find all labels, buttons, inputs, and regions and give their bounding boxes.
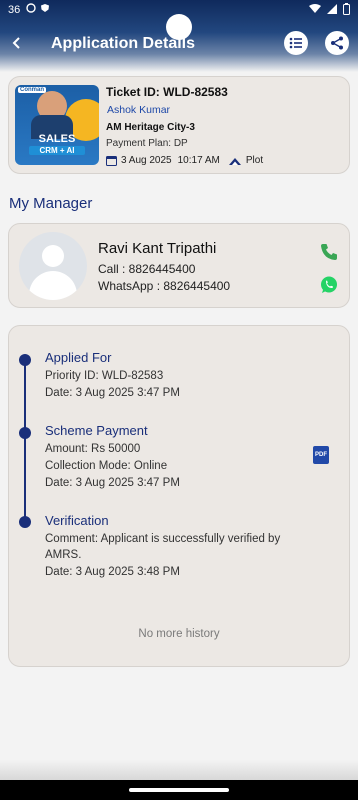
event-line: Date: 3 Aug 2025 3:47 PM [45, 477, 180, 489]
ticket-date: 3 Aug 2025 [121, 155, 172, 166]
signal-icon [327, 4, 337, 14]
event-line: Date: 3 Aug 2025 3:48 PM [45, 566, 180, 578]
list-button[interactable] [284, 31, 308, 55]
property-type: Plot [245, 155, 264, 166]
project-name: AM Heritage City-3 [106, 122, 195, 133]
list-icon [289, 37, 302, 49]
manager-name: Ravi Kant Tripathi [98, 240, 217, 257]
navigation-bar [0, 780, 358, 800]
ticket-time: 10:17 AM [177, 155, 220, 166]
event-line: Amount: Rs 50000 [45, 443, 141, 455]
manager-call: Call : 8826445400 [98, 262, 196, 276]
battery-icon [343, 3, 350, 15]
no-more-history: No more history [138, 628, 220, 640]
plot-icon [228, 157, 241, 165]
phone-icon [321, 244, 337, 260]
home-gesture-pill[interactable] [129, 788, 229, 792]
ticket-card[interactable]: Conman SALES CRM + AI Ticket ID: WLD-825… [8, 76, 350, 174]
back-button[interactable] [6, 32, 28, 54]
ticket-meta: 3 Aug 2025 10:17 AM Plot [106, 155, 263, 166]
event-line: Collection Mode: Online [45, 460, 168, 472]
whatsapp-icon [321, 276, 337, 293]
payment-plan: Payment Plan: DP [106, 138, 188, 149]
circle-icon [26, 3, 36, 13]
shield-icon [41, 4, 49, 12]
applicant-name: Ashok Kumar [107, 104, 171, 116]
camera-cutout [166, 14, 192, 40]
timeline-dot [19, 427, 31, 439]
share-icon [331, 36, 343, 50]
event-line: Priority ID: WLD-82583 [45, 370, 164, 382]
whatsapp-button[interactable] [320, 276, 338, 294]
status-time: 36 [8, 4, 21, 16]
ticket-thumbnail: Conman SALES CRM + AI [15, 85, 99, 165]
bottom-shade [0, 760, 358, 780]
event-title: Scheme Payment [45, 423, 148, 438]
avatar [19, 232, 87, 300]
section-title-manager: My Manager [9, 195, 93, 212]
timeline-dot [19, 516, 31, 528]
share-button[interactable] [325, 31, 349, 55]
status-notification-icons [26, 3, 50, 13]
event-title: Verification [45, 513, 109, 528]
timeline-line [24, 359, 26, 521]
event-line: Comment: Applicant is successfully verif… [45, 533, 281, 545]
thumbnail-badge: Conman [18, 87, 46, 93]
event-line: Date: 3 Aug 2025 3:47 PM [45, 387, 180, 399]
timeline-dot [19, 354, 31, 366]
history-card: Applied For Priority ID: WLD-82583 Date:… [8, 325, 350, 667]
manager-card: Ravi Kant Tripathi Call : 8826445400 Wha… [8, 223, 350, 308]
pdf-attachment-icon[interactable]: PDF [313, 446, 329, 464]
thumbnail-line1: SALES [38, 133, 76, 145]
status-system-icons [309, 3, 350, 15]
event-title: Applied For [45, 350, 112, 365]
manager-whatsapp: WhatsApp : 8826445400 [98, 279, 231, 293]
ticket-id: Ticket ID: WLD-82583 [106, 85, 228, 99]
thumbnail-line2: CRM + AI [29, 146, 85, 155]
calendar-icon [106, 156, 117, 166]
event-line: AMRS. [45, 549, 82, 561]
arrow-left-icon [12, 37, 20, 49]
call-button[interactable] [319, 242, 339, 262]
wifi-icon [309, 4, 321, 13]
